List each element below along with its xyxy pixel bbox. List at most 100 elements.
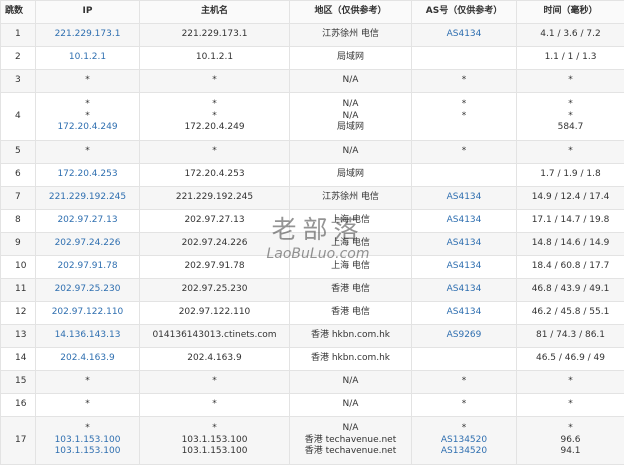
ip-address[interactable]: 14.136.143.13 bbox=[38, 330, 137, 342]
ip-cell: * bbox=[35, 393, 140, 417]
hostname-cell: 202.97.27.13 bbox=[139, 209, 290, 233]
header-as-number: AS号（仅供参考） bbox=[411, 0, 517, 24]
as-number: * bbox=[461, 110, 467, 121]
region-cell: 上海 电信 bbox=[289, 255, 412, 279]
time-cell: 46.5 / 46.9 / 49 bbox=[516, 347, 624, 371]
ip-address[interactable]: 202.4.163.9 bbox=[38, 353, 137, 365]
region-cell: N/A bbox=[289, 140, 412, 164]
region-cell: 上海 电信 bbox=[289, 209, 412, 233]
region-text: 香港 techavenue.net bbox=[304, 434, 397, 445]
ip-address[interactable]: 172.20.4.249 bbox=[38, 122, 137, 134]
ip-cell: * bbox=[35, 370, 140, 394]
region-cell: 江苏徐州 电信 bbox=[289, 23, 412, 47]
ip-address[interactable]: 202.97.122.110 bbox=[38, 307, 137, 319]
as-number[interactable]: AS9269 bbox=[414, 330, 514, 342]
as-number bbox=[414, 169, 514, 181]
time-cell: 1.7 / 1.9 / 1.8 bbox=[516, 163, 624, 187]
region-text: 香港 hkbn.com.hk bbox=[310, 353, 391, 364]
latency-value: 46.2 / 45.8 / 55.1 bbox=[531, 307, 610, 318]
ip-cell: * bbox=[35, 69, 140, 93]
table-header-row: 跳数 IP 主机名 地区（仅供参考） AS号（仅供参考） 时间（毫秒） bbox=[0, 0, 624, 24]
as-cell: * bbox=[411, 370, 517, 394]
ip-address[interactable]: 103.1.153.100 bbox=[38, 446, 137, 458]
region-text: 上海 电信 bbox=[331, 261, 370, 272]
ip-address[interactable]: 10.1.2.1 bbox=[38, 52, 137, 64]
ip-address[interactable]: 202.97.25.230 bbox=[38, 284, 137, 296]
ip-address[interactable]: 202.97.91.78 bbox=[38, 261, 137, 273]
region-cell: N/A bbox=[289, 69, 412, 93]
ip-address[interactable]: 103.1.153.100 bbox=[38, 435, 137, 447]
hostname-cell: * bbox=[139, 69, 290, 93]
time-cell: 1.1 / 1 / 1.3 bbox=[516, 46, 624, 70]
hostname: 10.1.2.1 bbox=[195, 52, 234, 63]
time-cell: * 96.6 94.1 bbox=[516, 416, 624, 465]
hop-number: 6 bbox=[0, 163, 36, 187]
hostname-cell: 202.97.122.110 bbox=[139, 301, 290, 325]
hostname-cell: 014136143013.ctinets.com bbox=[139, 324, 290, 348]
region-cell: N/A bbox=[289, 393, 412, 417]
table-row: 9 202.97.24.226 202.97.24.226 上海 电信 AS4134 14… bbox=[0, 232, 624, 256]
as-number[interactable]: AS4134 bbox=[414, 29, 514, 41]
latency-value: 81 / 74.3 / 86.1 bbox=[535, 330, 606, 341]
as-number[interactable]: AS4134 bbox=[414, 284, 514, 296]
latency-value: * bbox=[568, 376, 573, 387]
hostname-cell: 202.97.25.230 bbox=[139, 278, 290, 302]
hostname: 221.229.192.245 bbox=[175, 192, 254, 203]
hostname: 202.97.91.78 bbox=[184, 261, 245, 272]
latency-value: * bbox=[568, 99, 573, 110]
ip-address[interactable]: 221.229.173.1 bbox=[38, 29, 137, 41]
as-cell: AS4134 bbox=[411, 23, 517, 47]
ip-address: * bbox=[85, 99, 90, 110]
table-row: 16 * * N/A * * bbox=[0, 393, 624, 417]
time-cell: 14.9 / 12.4 / 17.4 bbox=[516, 186, 624, 210]
table-row: 10 202.97.91.78 202.97.91.78 上海 电信 AS4134 18.… bbox=[0, 255, 624, 279]
ip-address: * bbox=[85, 75, 90, 86]
ip-address[interactable]: 221.229.192.245 bbox=[38, 192, 137, 204]
ip-address[interactable]: 202.97.27.13 bbox=[38, 215, 137, 227]
as-number[interactable]: AS134520 bbox=[414, 435, 514, 447]
as-cell: * * bbox=[411, 92, 517, 141]
region-cell: 上海 电信 bbox=[289, 232, 412, 256]
as-number[interactable]: AS4134 bbox=[414, 192, 514, 204]
region-text: 上海 电信 bbox=[331, 215, 370, 226]
hostname: * bbox=[212, 75, 217, 86]
as-number[interactable]: AS4134 bbox=[414, 215, 514, 227]
time-cell: * bbox=[516, 140, 624, 164]
as-number[interactable]: AS134520 bbox=[414, 446, 514, 458]
table-row: 13 14.136.143.13 014136143013.ctinets.com 香… bbox=[0, 324, 624, 348]
hop-number: 5 bbox=[0, 140, 36, 164]
hostname: * bbox=[212, 146, 217, 157]
as-number[interactable]: AS4134 bbox=[414, 261, 514, 273]
hostname: 103.1.153.100 bbox=[181, 446, 248, 457]
region-text: 局域网 bbox=[336, 122, 364, 133]
region-cell: 局域网 bbox=[289, 46, 412, 70]
as-number[interactable]: AS4134 bbox=[414, 238, 514, 250]
region-cell: 香港 电信 bbox=[289, 278, 412, 302]
as-cell: AS4134 bbox=[411, 301, 517, 325]
latency-value: 14.8 / 14.6 / 14.9 bbox=[531, 238, 610, 249]
hostname-cell: * bbox=[139, 370, 290, 394]
region-cell: 香港 hkbn.com.hk bbox=[289, 324, 412, 348]
time-cell: 17.1 / 14.7 / 19.8 bbox=[516, 209, 624, 233]
as-cell: AS4134 bbox=[411, 209, 517, 233]
as-number[interactable]: AS4134 bbox=[414, 307, 514, 319]
as-number: * bbox=[461, 146, 467, 157]
latency-value: 18.4 / 60.8 / 17.7 bbox=[531, 261, 610, 272]
ip-cell: 221.229.192.245 bbox=[35, 186, 140, 210]
hostname-cell: * 103.1.153.100 103.1.153.100 bbox=[139, 416, 290, 465]
hostname: * bbox=[212, 99, 217, 110]
latency-value: * bbox=[568, 75, 573, 86]
hop-number: 12 bbox=[0, 301, 36, 325]
latency-value: * bbox=[568, 423, 573, 434]
ip-address[interactable]: 172.20.4.253 bbox=[38, 169, 137, 181]
ip-address[interactable]: 202.97.24.226 bbox=[38, 238, 137, 250]
region-cell: 江苏徐州 电信 bbox=[289, 186, 412, 210]
hop-number: 11 bbox=[0, 278, 36, 302]
hostname: * bbox=[212, 423, 217, 434]
hostname: 014136143013.ctinets.com bbox=[152, 330, 277, 341]
hostname: 202.97.25.230 bbox=[181, 284, 248, 295]
hostname: 202.4.163.9 bbox=[187, 353, 242, 364]
as-number bbox=[414, 52, 514, 64]
as-number: * bbox=[461, 423, 467, 434]
as-number: * bbox=[461, 399, 467, 410]
